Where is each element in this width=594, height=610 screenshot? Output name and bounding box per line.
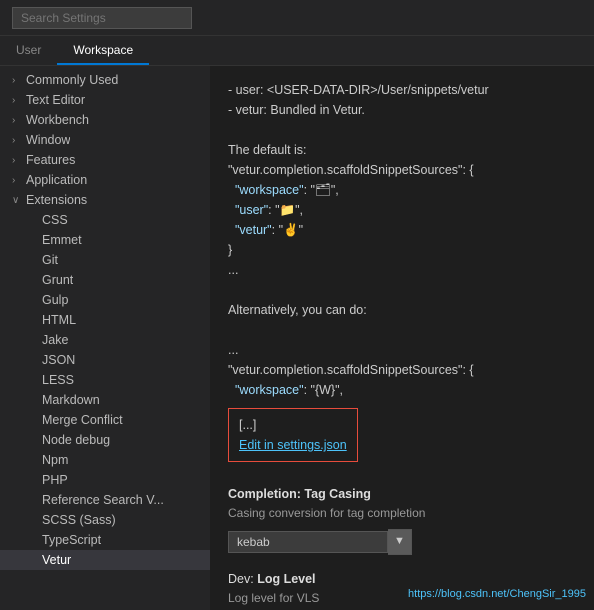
tab-user[interactable]: User [0,36,57,65]
line-close-brace: } [228,240,576,260]
line-ellipsis1: ... [228,260,576,280]
chevron-right-icon: › [12,75,26,86]
sidebar-item-merge-conflict[interactable]: Merge Conflict [0,410,210,430]
sidebar-item-less[interactable]: LESS [0,370,210,390]
tab-bar: User Workspace [0,36,594,66]
sidebar-item-features[interactable]: › Features [0,150,210,170]
sidebar-item-html[interactable]: HTML [0,310,210,330]
sidebar-item-grunt[interactable]: Grunt [0,270,210,290]
sidebar-item-reference-search[interactable]: Reference Search V... [0,490,210,510]
sidebar-item-css[interactable]: CSS [0,210,210,230]
dropdown-arrow-icon[interactable]: ▼ [388,529,412,555]
line-json2-open: "vetur.completion.scaffoldSnippetSources… [228,360,576,380]
line-ellipsis2: ... [228,340,576,360]
tab-workspace[interactable]: Workspace [57,36,149,65]
chevron-right-icon: › [12,155,26,166]
sidebar-item-typescript[interactable]: TypeScript [0,530,210,550]
sidebar-item-json[interactable]: JSON [0,350,210,370]
chevron-right-icon: › [12,175,26,186]
sidebar-item-workbench[interactable]: › Workbench [0,110,210,130]
sidebar-item-text-editor[interactable]: › Text Editor [0,90,210,110]
chevron-right-icon: › [12,115,26,126]
edit-ellipsis: [...] [239,415,347,435]
sidebar-item-jake[interactable]: Jake [0,330,210,350]
completion-sub: Casing conversion for tag completion [228,504,576,523]
chevron-right-icon: › [12,135,26,146]
content-body: - user: <USER-DATA-DIR>/User/snippets/ve… [228,80,576,400]
main-layout: › Commonly Used › Text Editor › Workbenc… [0,66,594,610]
line-default: The default is: [228,140,576,160]
tag-casing-dropdown[interactable]: kebab pascal camel [228,531,388,553]
sidebar-item-extensions[interactable]: ∨ Extensions [0,190,210,210]
chevron-down-icon: ∨ [12,195,26,206]
edit-link-row[interactable]: Edit in settings.json [239,435,347,455]
header [0,0,594,36]
line-vetur-bundled: - vetur: Bundled in Vetur. [228,100,576,120]
line-vetur-emoji: "vetur": "✌" [228,220,576,240]
watermark: https://blog.csdn.net/ChengSir_1995 [408,588,586,600]
edit-in-settings-link[interactable]: Edit in settings.json [239,438,347,452]
completion-title: Completion: Tag Casing [228,484,576,504]
sidebar-item-emmet[interactable]: Emmet [0,230,210,250]
sidebar: › Commonly Used › Text Editor › Workbenc… [0,66,210,610]
line-json-open: "vetur.completion.scaffoldSnippetSources… [228,160,576,180]
line-user-path: - user: <USER-DATA-DIR>/User/snippets/ve… [228,80,576,100]
sidebar-item-window[interactable]: › Window [0,130,210,150]
sidebar-item-npm[interactable]: Npm [0,450,210,470]
chevron-right-icon: › [12,95,26,106]
line-alternatively: Alternatively, you can do: [228,300,576,320]
sidebar-item-scss[interactable]: SCSS (Sass) [0,510,210,530]
sidebar-item-commonly-used[interactable]: › Commonly Used [0,70,210,90]
sidebar-item-php[interactable]: PHP [0,470,210,490]
line-workspace-w: "workspace": "{W}", [228,380,576,400]
sidebar-item-node-debug[interactable]: Node debug [0,430,210,450]
sidebar-item-vetur[interactable]: Vetur [0,550,210,570]
search-input[interactable] [12,7,192,29]
content-area: - user: <USER-DATA-DIR>/User/snippets/ve… [210,66,594,610]
sidebar-item-git[interactable]: Git [0,250,210,270]
line-user-emoji: "user": "📁", [228,200,576,220]
edit-box: [...] Edit in settings.json [228,408,358,462]
sidebar-item-application[interactable]: › Application [0,170,210,190]
sidebar-item-gulp[interactable]: Gulp [0,290,210,310]
dev-title: Dev: Log Level [228,569,576,589]
line-workspace-emoji: "workspace": "🗂", [228,180,576,200]
sidebar-item-markdown[interactable]: Markdown [0,390,210,410]
dropdown-row: kebab pascal camel ▼ [228,529,576,555]
